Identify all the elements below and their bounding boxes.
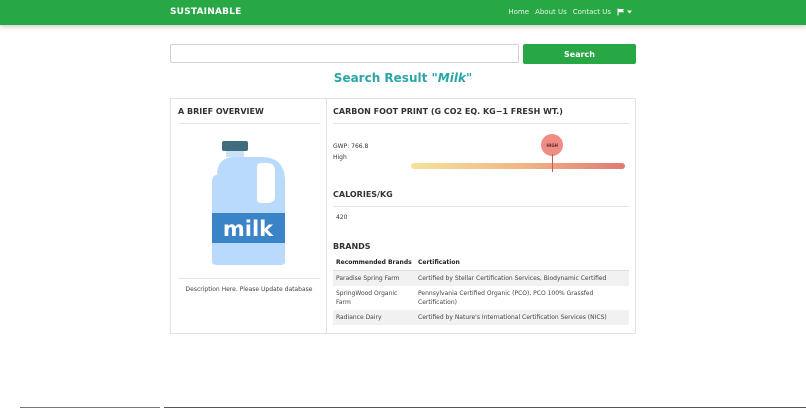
brands-table: Recommended Brands Certification Paradis… — [333, 255, 629, 325]
search-button[interactable]: Search — [523, 44, 636, 64]
table-row: Radiance Dairy Certified by Nature's Int… — [333, 310, 629, 325]
flag-icon — [617, 8, 624, 16]
carbon-level: High — [333, 154, 347, 161]
gauge-marker: HIGH — [541, 134, 564, 156]
search-result-title: Search Result "Milk" — [333, 71, 473, 85]
milk-image: milk — [209, 135, 289, 265]
brands-heading: BRANDS — [333, 242, 371, 251]
language-dropdown[interactable] — [617, 8, 632, 16]
brand-certification: Certified by Stellar Certification Servi… — [415, 270, 629, 286]
result-card: A BRIEF OVERVIEW milk Description Here. … — [170, 98, 636, 334]
brand-name: Radiance Dairy — [333, 310, 415, 325]
nav-home[interactable]: Home — [508, 8, 529, 16]
overview-heading: A BRIEF OVERVIEW — [178, 107, 264, 116]
col-certification: Certification — [415, 255, 629, 271]
overview-description: Description Here. Please Update database — [185, 286, 313, 293]
calories-heading: CALORIES/KG — [333, 190, 393, 199]
brand-certification: Certified by Nature's International Cert… — [415, 310, 629, 325]
brand-name: Paradise Spring Farm — [333, 270, 415, 286]
brand-certification: Pennsylvania Certified Organic (PCO), PC… — [418, 290, 594, 306]
milk-label: milk — [223, 217, 274, 241]
details-panel: CARBON FOOT PRINT (G CO2 EQ. KG−1 FRESH … — [327, 99, 635, 333]
brand-name: SpringWood Organic Farm — [336, 290, 398, 306]
nav-contact-us[interactable]: Contact Us — [573, 8, 611, 16]
col-recommended-brands: Recommended Brands — [333, 255, 415, 271]
nav-about-us[interactable]: About Us — [535, 8, 567, 16]
divider — [333, 123, 629, 124]
search-query: Milk — [437, 71, 466, 85]
carbon-heading: CARBON FOOT PRINT (G CO2 EQ. KG−1 FRESH … — [333, 107, 563, 116]
divider — [333, 206, 629, 207]
navbar: SUSTAINABLE Home About Us Contact Us — [0, 0, 806, 25]
calories-value: 420 — [336, 214, 348, 221]
table-row: Paradise Spring Farm Certified by Stella… — [333, 270, 629, 286]
brands-header-row: Recommended Brands Certification — [333, 255, 629, 271]
gwp-value: GWP: 766.8 — [333, 143, 369, 150]
divider — [178, 278, 320, 279]
gauge-marker-stem — [551, 154, 553, 172]
carbon-gauge — [411, 163, 625, 169]
divider — [178, 123, 320, 124]
overview-panel: A BRIEF OVERVIEW milk Description Here. … — [171, 99, 327, 333]
search-input[interactable] — [170, 44, 519, 63]
table-row: SpringWood Organic Farm Pennsylvania Cer… — [333, 286, 629, 310]
brand-logo[interactable]: SUSTAINABLE — [170, 7, 241, 17]
caret-down-icon — [627, 10, 632, 14]
milk-bottle-icon: milk — [212, 141, 285, 265]
nav-links: Home About Us Contact Us — [508, 8, 632, 16]
